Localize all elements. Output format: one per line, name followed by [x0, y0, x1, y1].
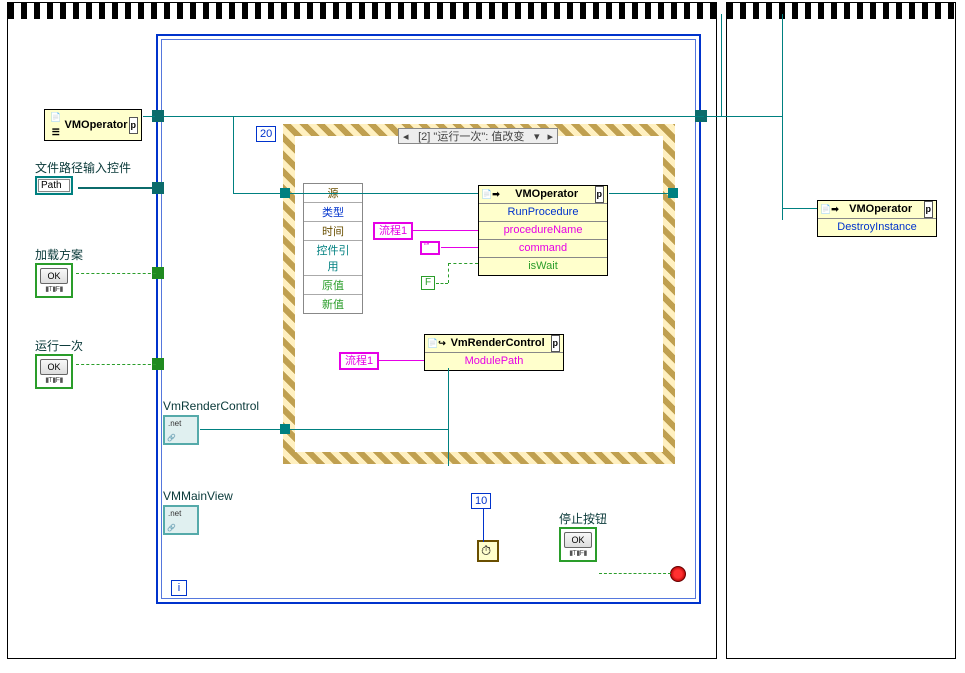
vmoperator-destroy-node[interactable]: 📄➡VMOperatorp DestroyInstance: [817, 200, 937, 237]
next-case-arrow[interactable]: ▸: [543, 130, 557, 143]
path-control[interactable]: Path: [35, 176, 73, 195]
wire: [233, 116, 234, 193]
prev-case-arrow[interactable]: ◂: [399, 130, 413, 143]
wire-bool: [599, 573, 671, 574]
string-constant-flow1b[interactable]: 流程1: [339, 352, 379, 370]
vmrendercontrol-property-node[interactable]: 📄↪VmRenderControlp ModulePath: [424, 334, 564, 371]
dotnet-mainview-ref[interactable]: 🔗: [163, 505, 199, 535]
wire-string: [411, 230, 478, 231]
wire: [289, 193, 478, 194]
node-header: VMOperator: [849, 202, 912, 217]
stop-button-control[interactable]: OK ▮T▮F▮: [559, 527, 597, 562]
label-load-scheme: 加载方案: [35, 246, 83, 263]
ok-button[interactable]: OK: [40, 268, 68, 284]
wire-bool: [76, 364, 156, 365]
node-method[interactable]: DestroyInstance: [818, 219, 936, 236]
event-data-node[interactable]: 源 类型 时间 控件引用 原值 新值: [303, 183, 363, 314]
loop-stop-terminal[interactable]: [670, 566, 686, 582]
wire: [448, 368, 449, 466]
label-main-view: VMMainView: [163, 489, 233, 503]
event-row[interactable]: 时间: [304, 222, 362, 241]
wire-bool: [448, 263, 449, 283]
tf-indicator: ▮T▮F▮: [564, 549, 592, 557]
wire-bool: [436, 283, 448, 284]
vmoperator-invoke-node[interactable]: 📄➡VMOperatorp RunProcedure procedureName…: [478, 185, 608, 276]
load-scheme-button[interactable]: OK ▮T▮F▮: [35, 263, 73, 298]
wire-bool: [448, 263, 478, 264]
case-dropdown-arrow[interactable]: ▾: [530, 130, 544, 143]
event-case-selector[interactable]: ◂ [2] "运行一次": 值改变 ▾ ▸: [398, 128, 558, 144]
tf-indicator: ▮T▮F▮: [40, 376, 68, 384]
label-run-once: 运行一次: [35, 337, 83, 354]
string-constant-flow1a[interactable]: 流程1: [373, 222, 413, 240]
wire-bool: [76, 273, 156, 274]
wire: [78, 187, 156, 189]
label-stop-button: 停止按钮: [559, 510, 607, 527]
wire: [143, 116, 155, 117]
wire: [707, 116, 722, 117]
empty-string-constant[interactable]: [420, 241, 440, 255]
node-header: VmRenderControl: [451, 336, 545, 351]
event-row[interactable]: 控件引用: [304, 241, 362, 276]
wire-int: [483, 508, 484, 542]
label-path-input: 文件路径输入控件: [35, 159, 131, 176]
event-row[interactable]: 新值: [304, 295, 362, 313]
node-header: VMOperator: [515, 187, 578, 202]
sequence-frame-2: [726, 2, 956, 659]
iteration-terminal: i: [171, 580, 187, 596]
wire: [782, 208, 817, 209]
wait-ms-constant[interactable]: 10: [471, 493, 491, 509]
false-constant[interactable]: F: [421, 276, 435, 290]
wire: [290, 429, 448, 430]
run-once-button[interactable]: OK ▮T▮F▮: [35, 354, 73, 389]
ok-button[interactable]: OK: [40, 359, 68, 375]
event-row[interactable]: 类型: [304, 203, 362, 222]
wire: [721, 116, 782, 117]
wire: [164, 116, 704, 117]
path-control-value: Path: [38, 179, 70, 192]
wire: [609, 193, 671, 194]
event-timeout-constant[interactable]: 20: [256, 126, 276, 142]
wire: [721, 14, 722, 116]
vmoperator-refnum-node[interactable]: 📄☰VMOperatorp: [44, 109, 142, 141]
wait-timer-icon: [477, 540, 499, 562]
node-property[interactable]: ModulePath: [425, 353, 563, 370]
wire-string: [377, 360, 424, 361]
case-label: [2] "运行一次": 值改变: [413, 128, 530, 144]
event-row[interactable]: 原值: [304, 276, 362, 295]
node-param[interactable]: procedureName: [479, 222, 607, 240]
ok-button[interactable]: OK: [564, 532, 592, 548]
node-title: VMOperator: [65, 118, 128, 133]
wire: [233, 193, 283, 194]
node-param[interactable]: isWait: [479, 258, 607, 275]
dotnet-render-control-ref[interactable]: 🔗: [163, 415, 199, 445]
wire: [782, 14, 783, 220]
node-method[interactable]: RunProcedure: [479, 204, 607, 222]
wire: [200, 429, 283, 430]
node-param[interactable]: command: [479, 240, 607, 258]
tf-indicator: ▮T▮F▮: [40, 285, 68, 293]
wire-string: [441, 247, 478, 248]
label-render-control: VmRenderControl: [163, 399, 259, 413]
